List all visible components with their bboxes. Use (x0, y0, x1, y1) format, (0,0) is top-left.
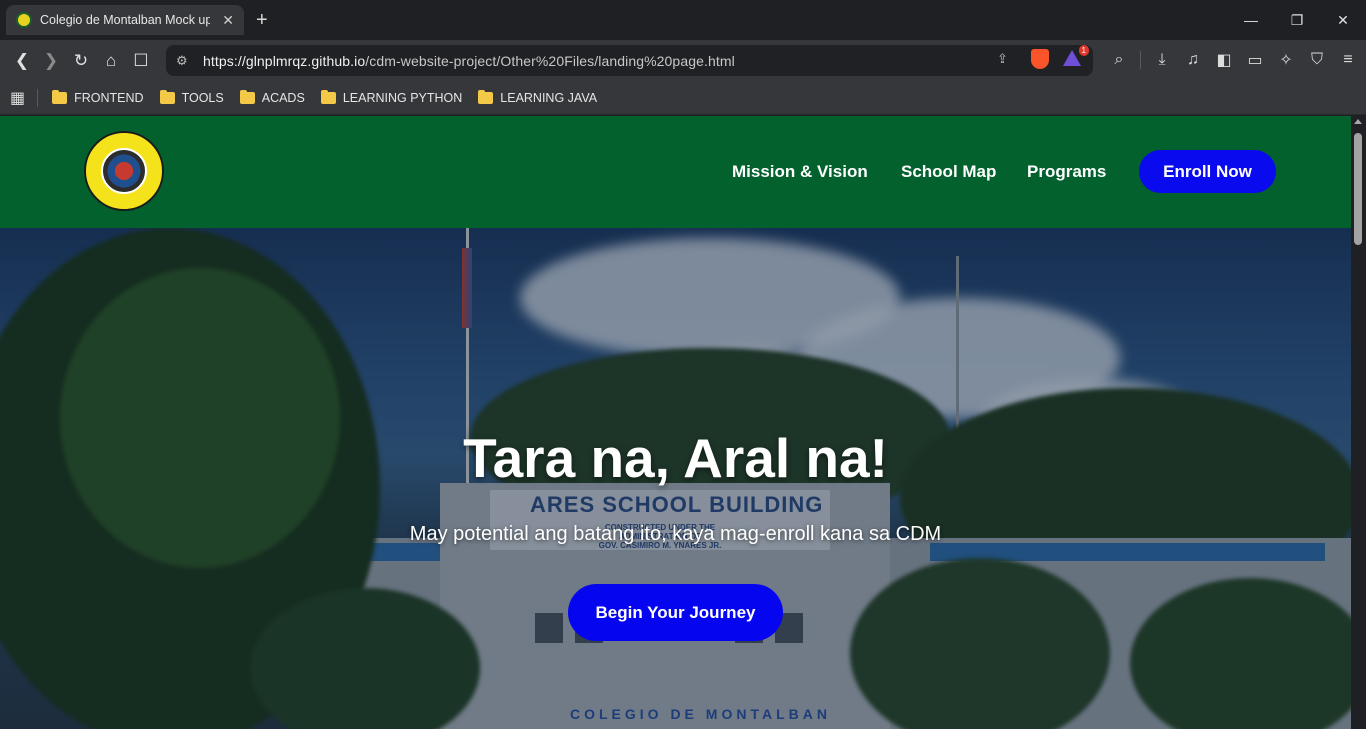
page-viewport: Mission & Vision School Map Programs Enr… (0, 116, 1351, 729)
begin-journey-button[interactable]: Begin Your Journey (568, 584, 783, 641)
folder-icon (159, 90, 175, 104)
nav-school-map[interactable]: School Map (901, 150, 996, 193)
enroll-now-button[interactable]: Enroll Now (1139, 150, 1276, 193)
bookmark-folder-frontend[interactable]: FRONTEND (52, 90, 144, 105)
site-info-icon[interactable]: ⚙ (176, 53, 196, 69)
media-icon[interactable]: ♫ (1183, 48, 1203, 72)
browser-tab[interactable]: Colegio de Montalban Mock up ✕ (6, 5, 244, 35)
school-logo[interactable] (84, 131, 164, 211)
address-bar[interactable]: ⚙ https://glnplmrqz.github.io/cdm-websit… (166, 45, 1093, 76)
bookmark-label: FRONTEND (74, 91, 144, 105)
site-header: Mission & Vision School Map Programs Enr… (0, 116, 1351, 228)
hero-section: ARES SCHOOL BUILDING CONSTRUCTED UNDER T… (0, 228, 1351, 729)
home-button[interactable]: ⌂ (98, 48, 124, 74)
bookmark-folder-learning-java[interactable]: LEARNING JAVA (478, 90, 598, 105)
brave-rewards-icon[interactable]: 1 (1063, 45, 1089, 68)
bookmark-folder-tools[interactable]: TOOLS (159, 90, 224, 105)
logo-crest-icon (101, 148, 147, 194)
tab-close-icon[interactable]: ✕ (222, 12, 234, 29)
bookmarks-bar: ▦ FRONTEND TOOLS ACADS LEARNING PYTHON L… (0, 82, 1366, 115)
nav-link-mission-vision[interactable]: Mission & Vision (732, 162, 868, 182)
reload-button[interactable]: ↻ (68, 48, 94, 74)
forward-button[interactable]: ❯ (38, 48, 64, 74)
site-favicon-icon (16, 12, 32, 28)
leo-ai-icon[interactable]: ✧ (1276, 48, 1296, 72)
maximize-button[interactable]: ❐ (1274, 0, 1320, 40)
bookmark-button[interactable]: ☐ (128, 48, 154, 74)
search-tab-icon[interactable]: ⌕ (1109, 48, 1129, 72)
folder-icon (320, 90, 336, 104)
window-controls: — ❐ ✕ (1228, 0, 1366, 40)
tab-title: Colegio de Montalban Mock up (40, 13, 210, 27)
share-icon[interactable]: ⇪ (997, 51, 1017, 67)
url-host: https://glnplmrqz.github.io (203, 52, 366, 69)
campus-sign: COLEGIO DE MONTALBAN (570, 706, 831, 722)
toolbar-right: ⌕ ⤓ ♫ ◧ ▭ ✧ ⛉ ≡ (1109, 48, 1358, 72)
bookmark-folder-learning-python[interactable]: LEARNING PYTHON (320, 90, 463, 105)
minimize-button[interactable]: — (1228, 0, 1274, 40)
folder-icon (52, 90, 68, 104)
bookmark-label: TOOLS (181, 91, 224, 105)
bookmark-label: LEARNING JAVA (500, 91, 598, 105)
nav-link-programs[interactable]: Programs (1027, 162, 1106, 182)
nav-mission-vision[interactable]: Mission & Vision (732, 150, 868, 193)
rewards-badge: 1 (1078, 45, 1089, 56)
browser-toolbar: ❮ ❯ ↻ ⌂ ☐ ⚙ https://glnplmrqz.github.io/… (0, 40, 1366, 82)
url-text[interactable]: https://glnplmrqz.github.io/cdm-website-… (203, 53, 735, 69)
toolbar-divider (1140, 51, 1141, 69)
nav-link-school-map[interactable]: School Map (901, 162, 996, 182)
folder-icon (478, 90, 494, 104)
scrollbar-thumb[interactable] (1354, 133, 1362, 245)
omnibox-actions: ⇪ 1 (997, 45, 1089, 69)
back-button[interactable]: ❮ (9, 48, 35, 74)
page-scrollbar[interactable] (1351, 116, 1366, 729)
close-window-button[interactable]: ✕ (1320, 0, 1366, 40)
bookmark-label: LEARNING PYTHON (342, 91, 463, 105)
sidebar-icon[interactable]: ◧ (1214, 48, 1234, 72)
bookmarks-divider (37, 89, 39, 107)
folder-icon (239, 90, 255, 104)
scroll-up-arrow-icon[interactable] (1354, 119, 1362, 124)
new-tab-button[interactable]: + (256, 9, 268, 32)
download-icon[interactable]: ⤓ (1152, 48, 1172, 72)
bookmark-folder-acads[interactable]: ACADS (239, 90, 305, 105)
menu-icon[interactable]: ≡ (1338, 48, 1358, 72)
nav-programs[interactable]: Programs (1027, 150, 1106, 193)
hero-title: Tara na, Aral na! (463, 427, 888, 489)
vpn-icon[interactable]: ⛉ (1307, 48, 1327, 72)
brave-shields-icon[interactable] (1031, 49, 1049, 69)
url-path: /cdm-website-project/Other%20Files/landi… (365, 52, 735, 69)
tab-strip: Colegio de Montalban Mock up ✕ + — ❐ ✕ (0, 0, 1366, 40)
wallet-icon[interactable]: ▭ (1245, 48, 1265, 72)
hero-subtitle: May potential ang batang ito, kaya mag-e… (409, 523, 942, 545)
bookmark-label: ACADS (261, 91, 305, 105)
apps-grid-icon[interactable]: ▦ (10, 88, 25, 108)
